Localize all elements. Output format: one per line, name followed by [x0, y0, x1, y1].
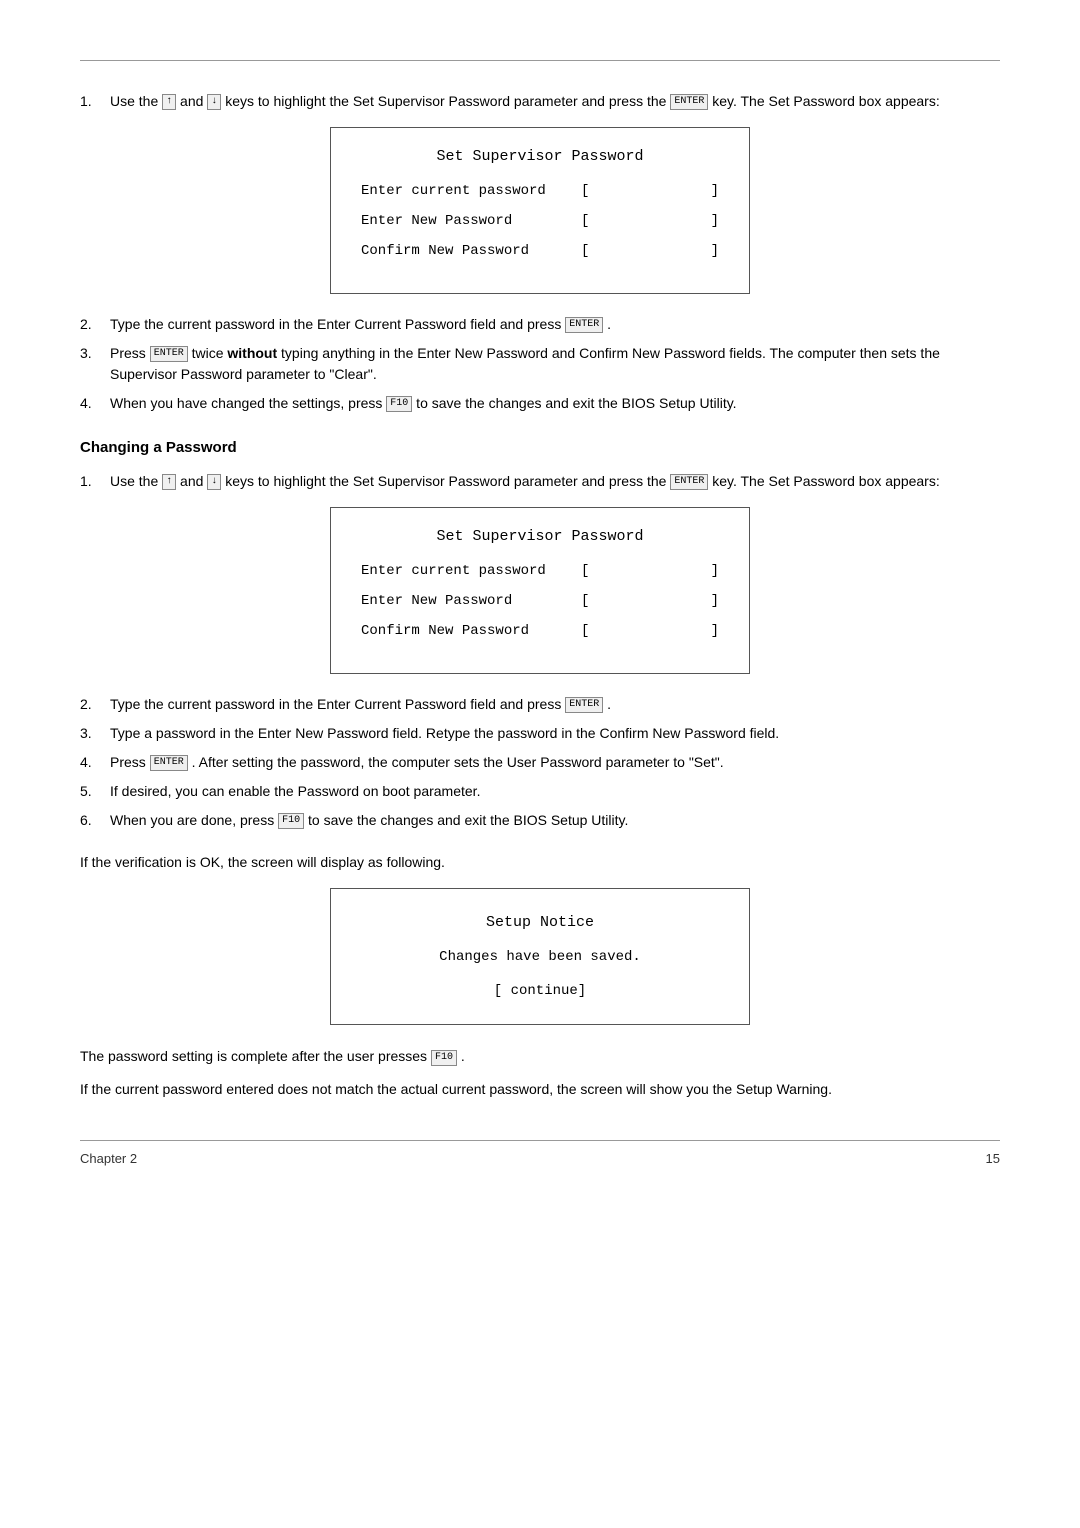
bios-field-row-2-1: Enter current password [ ]: [361, 563, 719, 579]
bios-bracket-open-2-1: [: [581, 563, 589, 579]
changing-steps-2-6: 2. Type the current password in the Ente…: [80, 694, 1000, 831]
enter-key-c1: ENTER: [670, 474, 708, 490]
setup-notice-title: Setup Notice: [361, 914, 719, 931]
changing-step-content-6: When you are done, press F10 to save the…: [110, 810, 1000, 831]
bios-bracket-close-2-3: ]: [711, 623, 719, 639]
password-complete-end: .: [461, 1048, 465, 1064]
up-key-icon: ↑: [162, 94, 176, 110]
page-container: 1. Use the ↑ and ↓ keys to highlight the…: [0, 0, 1080, 1226]
step-number-3: 3.: [80, 343, 110, 385]
changing-step-1: 1. Use the ↑ and ↓ keys to highlight the…: [80, 471, 1000, 492]
step-1-4: 4. When you have changed the settings, p…: [80, 393, 1000, 414]
step-content-3: Press ENTER twice without typing anythin…: [110, 343, 1000, 385]
changing-step-content-5: If desired, you can enable the Password …: [110, 781, 1000, 802]
chapter-label: Chapter 2: [80, 1151, 137, 1166]
bios-field-label-1-1: Enter current password: [361, 183, 581, 199]
changing-step-number-3: 3.: [80, 723, 110, 744]
bios-bracket-open-1-2: [: [581, 213, 589, 229]
top-rule: [80, 60, 1000, 61]
bios-field-label-2-2: Enter New Password: [361, 593, 581, 609]
bios-field-label-1-2: Enter New Password: [361, 213, 581, 229]
password-complete-paragraph: The password setting is complete after t…: [80, 1045, 1000, 1067]
verification-paragraph: If the verification is OK, the screen wi…: [80, 851, 1000, 873]
changing-password-heading: Changing a Password: [80, 439, 1000, 456]
bios-field-label-2-1: Enter current password: [361, 563, 581, 579]
changing-step-content-4: Press ENTER . After setting the password…: [110, 752, 1000, 773]
f10-key-2: F10: [278, 813, 304, 829]
bios-bracket-close-1-3: ]: [711, 243, 719, 259]
changing-step-number-2: 2.: [80, 694, 110, 715]
password-complete-text: The password setting is complete after t…: [80, 1048, 427, 1064]
bios-bracket-close-1-1: ]: [711, 183, 719, 199]
bios-bracket-open-2-3: [: [581, 623, 589, 639]
page-number: 15: [986, 1151, 1000, 1166]
section1-steps: 1. Use the ↑ and ↓ keys to highlight the…: [80, 91, 1000, 112]
step-content-1: Use the ↑ and ↓ keys to highlight the Se…: [110, 91, 1000, 112]
enter-key-icon: ENTER: [670, 94, 708, 110]
changing-steps-1: 1. Use the ↑ and ↓ keys to highlight the…: [80, 471, 1000, 492]
changing-step-number-5: 5.: [80, 781, 110, 802]
bios-field-label-2-3: Confirm New Password: [361, 623, 581, 639]
step-number-1: 1.: [80, 91, 110, 112]
bios-bracket-close-2-1: ]: [711, 563, 719, 579]
step-content-2: Type the current password in the Enter C…: [110, 314, 1000, 335]
changing-step-content-3: Type a password in the Enter New Passwor…: [110, 723, 1000, 744]
f10-key-3: F10: [431, 1050, 457, 1066]
f10-key-1: F10: [386, 396, 412, 412]
changing-step-6: 6. When you are done, press F10 to save …: [80, 810, 1000, 831]
bios-bracket-close-2-2: ]: [711, 593, 719, 609]
changing-step-5: 5. If desired, you can enable the Passwo…: [80, 781, 1000, 802]
step-1-3: 3. Press ENTER twice without typing anyt…: [80, 343, 1000, 385]
bios-box-1-title: Set Supervisor Password: [361, 148, 719, 165]
step-number-2: 2.: [80, 314, 110, 335]
changing-step-number-1: 1.: [80, 471, 110, 492]
setup-notice-box: Setup Notice Changes have been saved. [ …: [330, 888, 750, 1025]
changing-step-4: 4. Press ENTER . After setting the passw…: [80, 752, 1000, 773]
changing-step-number-6: 6.: [80, 810, 110, 831]
bios-field-row-1-1: Enter current password [ ]: [361, 183, 719, 199]
step-number-4: 4.: [80, 393, 110, 414]
bios-bracket-open-1-1: [: [581, 183, 589, 199]
setup-notice-continue: [ continue]: [361, 983, 719, 999]
setup-notice-text: Changes have been saved.: [361, 949, 719, 965]
changing-step-content-1: Use the ↑ and ↓ keys to highlight the Se…: [110, 471, 1000, 492]
down-key-icon: ↓: [207, 94, 221, 110]
bios-bracket-open-1-3: [: [581, 243, 589, 259]
changing-step-content-2: Type the current password in the Enter C…: [110, 694, 1000, 715]
step-1-1: 1. Use the ↑ and ↓ keys to highlight the…: [80, 91, 1000, 112]
enter-key-3: ENTER: [150, 346, 188, 362]
setup-warning-paragraph: If the current password entered does not…: [80, 1078, 1000, 1100]
bios-field-label-1-3: Confirm New Password: [361, 243, 581, 259]
enter-key-c2: ENTER: [565, 697, 603, 713]
bios-field-row-1-2: Enter New Password [ ]: [361, 213, 719, 229]
bios-field-row-1-3: Confirm New Password [ ]: [361, 243, 719, 259]
step-1-2: 2. Type the current password in the Ente…: [80, 314, 1000, 335]
enter-key-2: ENTER: [565, 317, 603, 333]
bios-box-2-title: Set Supervisor Password: [361, 528, 719, 545]
section1-steps-2-4: 2. Type the current password in the Ente…: [80, 314, 1000, 414]
bios-field-row-2-3: Confirm New Password [ ]: [361, 623, 719, 639]
changing-step-2: 2. Type the current password in the Ente…: [80, 694, 1000, 715]
bios-box-2: Set Supervisor Password Enter current pa…: [330, 507, 750, 674]
changing-step-3: 3. Type a password in the Enter New Pass…: [80, 723, 1000, 744]
enter-key-c4: ENTER: [150, 755, 188, 771]
footer: Chapter 2 15: [80, 1140, 1000, 1166]
up-key-2-icon: ↑: [162, 474, 176, 490]
changing-step-number-4: 4.: [80, 752, 110, 773]
down-key-2-icon: ↓: [207, 474, 221, 490]
bios-field-row-2-2: Enter New Password [ ]: [361, 593, 719, 609]
bios-bracket-close-1-2: ]: [711, 213, 719, 229]
bios-bracket-open-2-2: [: [581, 593, 589, 609]
bios-box-1: Set Supervisor Password Enter current pa…: [330, 127, 750, 294]
step-content-4: When you have changed the settings, pres…: [110, 393, 1000, 414]
